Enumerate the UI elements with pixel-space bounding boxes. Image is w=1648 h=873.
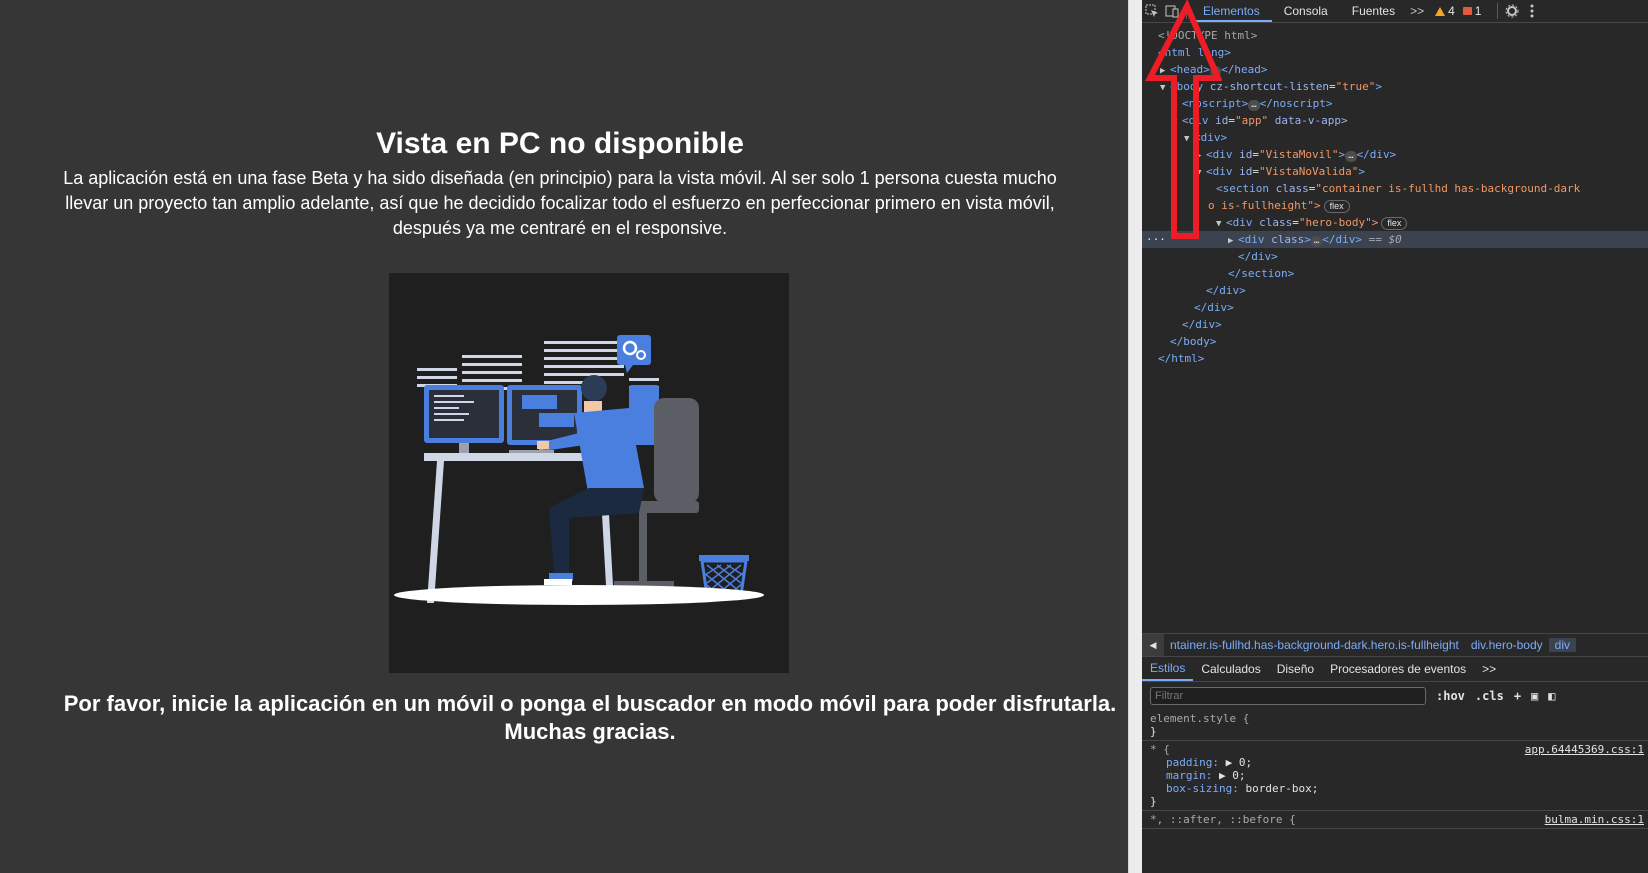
rule-source-link[interactable]: app.64445369.css:1 <box>1525 743 1644 756</box>
dom-node-vistanovalida[interactable]: ▼ <div id="VistaNoValida"> <box>1142 163 1648 180</box>
styles-tabbar: Estilos Calculados Diseño Procesadores d… <box>1142 657 1648 682</box>
breadcrumb-item[interactable]: div.hero-body <box>1465 638 1549 652</box>
errors-count: 1 <box>1474 4 1482 18</box>
dom-tree: <!DOCTYPE html> <html lang> ▶ <head>… </he… <box>1142 23 1648 647</box>
class-toggle[interactable]: .cls <box>1475 689 1504 703</box>
app-viewport: Vista en PC no disponible La aplicación … <box>0 0 1128 873</box>
mobile-request-message: Por favor, inicie la aplicación en un mó… <box>63 691 1117 744</box>
filter-input[interactable] <box>1150 687 1426 705</box>
dom-node-close: </html> <box>1158 352 1205 365</box>
page-title: Vista en PC no disponible <box>376 127 744 160</box>
tab-event-listeners[interactable]: Procesadores de eventos <box>1322 657 1474 681</box>
rule-source-link[interactable]: bulma.min.css:1 <box>1545 813 1644 826</box>
dom-node-html[interactable]: <html lang> <box>1142 44 1648 61</box>
toggle-sidebar-icon[interactable]: ◧ <box>1548 689 1555 703</box>
more-tabs-icon[interactable]: >> <box>1474 657 1504 681</box>
more-tabs-icon[interactable]: >> <box>1407 0 1427 22</box>
tab-layout[interactable]: Diseño <box>1269 657 1322 681</box>
css-property-row[interactable]: padding: ▶ 0; <box>1150 756 1640 769</box>
tab-elements[interactable]: Elementos <box>1191 0 1272 22</box>
breadcrumb-item[interactable]: ntainer.is-fullhd.has-background-dark.he… <box>1164 638 1465 652</box>
collapsed-ellipsis[interactable]: … <box>1345 151 1357 162</box>
collapsed-ellipsis[interactable]: … <box>1310 236 1323 247</box>
dom-node-close: </div> <box>1206 284 1246 297</box>
breadcrumb-scroll-left-icon[interactable]: ◀ <box>1142 634 1164 656</box>
dom-node-selected-div[interactable]: ··· ▶ <div class>… </div> == $0 <box>1142 231 1648 248</box>
tab-console[interactable]: Consola <box>1272 0 1340 22</box>
dom-node-div[interactable]: ▼ <div> <box>1142 129 1648 146</box>
collapsed-ellipsis[interactable]: … <box>1209 66 1222 77</box>
rule-element-style[interactable]: element.style { } <box>1142 710 1648 741</box>
beta-description: La aplicación está en una fase Beta y ha… <box>63 168 1057 238</box>
css-property-row[interactable]: margin: ▶ 0; <box>1150 769 1640 782</box>
settings-gear-icon[interactable] <box>1502 0 1522 22</box>
hover-state-toggle[interactable]: :hov <box>1436 689 1465 703</box>
breadcrumb-item-active[interactable]: div <box>1548 638 1576 652</box>
dom-node-body[interactable]: ▼ <body cz-shortcut-listen="true"> <box>1142 78 1648 95</box>
css-property-row[interactable]: box-sizing: border-box; <box>1150 782 1640 795</box>
dom-node-close: </div> <box>1182 318 1222 331</box>
inspect-element-icon[interactable] <box>1142 0 1162 22</box>
rule-universal[interactable]: * { app.64445369.css:1 padding: ▶ 0; mar… <box>1142 741 1648 811</box>
developer-illustration <box>389 273 789 673</box>
dom-node-section[interactable]: <section class="container is-fullhd has-… <box>1142 180 1648 197</box>
dom-node-close: </body> <box>1170 335 1217 348</box>
dom-node-close: </div> <box>1194 301 1234 314</box>
styles-filter-row: :hov .cls + ▣ ◧ <box>1142 684 1648 708</box>
kebab-menu-icon[interactable] <box>1522 0 1542 22</box>
devtools-panel: Elementos Consola Fuentes >> 4 1 <!DOCTY… <box>1142 0 1648 873</box>
dom-node-vistamovil[interactable]: ▶ <div id="VistaMovil">… </div> <box>1142 146 1648 163</box>
rule-pseudo[interactable]: *, ::after, ::before { bulma.min.css:1 <box>1142 811 1648 829</box>
device-toolbar-icon[interactable] <box>1162 0 1182 22</box>
errors-badge[interactable]: 1 <box>1462 4 1482 18</box>
warning-icon <box>1435 6 1446 16</box>
warnings-count: 4 <box>1448 4 1455 18</box>
tab-computed[interactable]: Calculados <box>1193 657 1268 681</box>
paint-brush-icon[interactable]: ▣ <box>1531 689 1538 703</box>
dom-node-section-cont[interactable]: o is-fullheight"> flex <box>1142 197 1648 214</box>
error-icon <box>1462 7 1472 15</box>
collapsed-ellipsis[interactable]: … <box>1248 100 1260 111</box>
dom-node-noscript[interactable]: ▶ <noscript>… </noscript> <box>1142 95 1648 112</box>
breadcrumb: ◀ ntainer.is-fullhd.has-background-dark.… <box>1142 633 1648 657</box>
flex-badge[interactable]: flex <box>1381 217 1408 230</box>
devtools-toolbar: Elementos Consola Fuentes >> 4 1 <box>1142 0 1648 23</box>
dom-node-app[interactable]: ▼ <div id="app" data-v-app> <box>1142 112 1648 129</box>
dom-node-close: </section> <box>1228 267 1295 280</box>
tab-sources[interactable]: Fuentes <box>1340 0 1407 22</box>
node-options-icon[interactable]: ··· <box>1146 231 1166 248</box>
dom-node-hero-body[interactable]: ▼ <div class="hero-body"> flex <box>1142 214 1648 231</box>
warnings-badge[interactable]: 4 <box>1435 4 1455 18</box>
dom-node-doctype[interactable]: <!DOCTYPE html> <box>1142 27 1648 44</box>
toolbar-divider <box>1186 3 1187 19</box>
viewport-scrollbar[interactable] <box>1128 0 1143 873</box>
dom-node-head[interactable]: ▶ <head>… </head> <box>1142 61 1648 78</box>
dom-node-close: </div> <box>1238 250 1278 263</box>
new-rule-button[interactable]: + <box>1514 689 1521 703</box>
toolbar-divider <box>1497 3 1499 19</box>
style-rules: element.style { } * { app.64445369.css:1… <box>1142 710 1648 829</box>
tab-styles[interactable]: Estilos <box>1142 657 1194 681</box>
flex-badge[interactable]: flex <box>1323 200 1350 213</box>
